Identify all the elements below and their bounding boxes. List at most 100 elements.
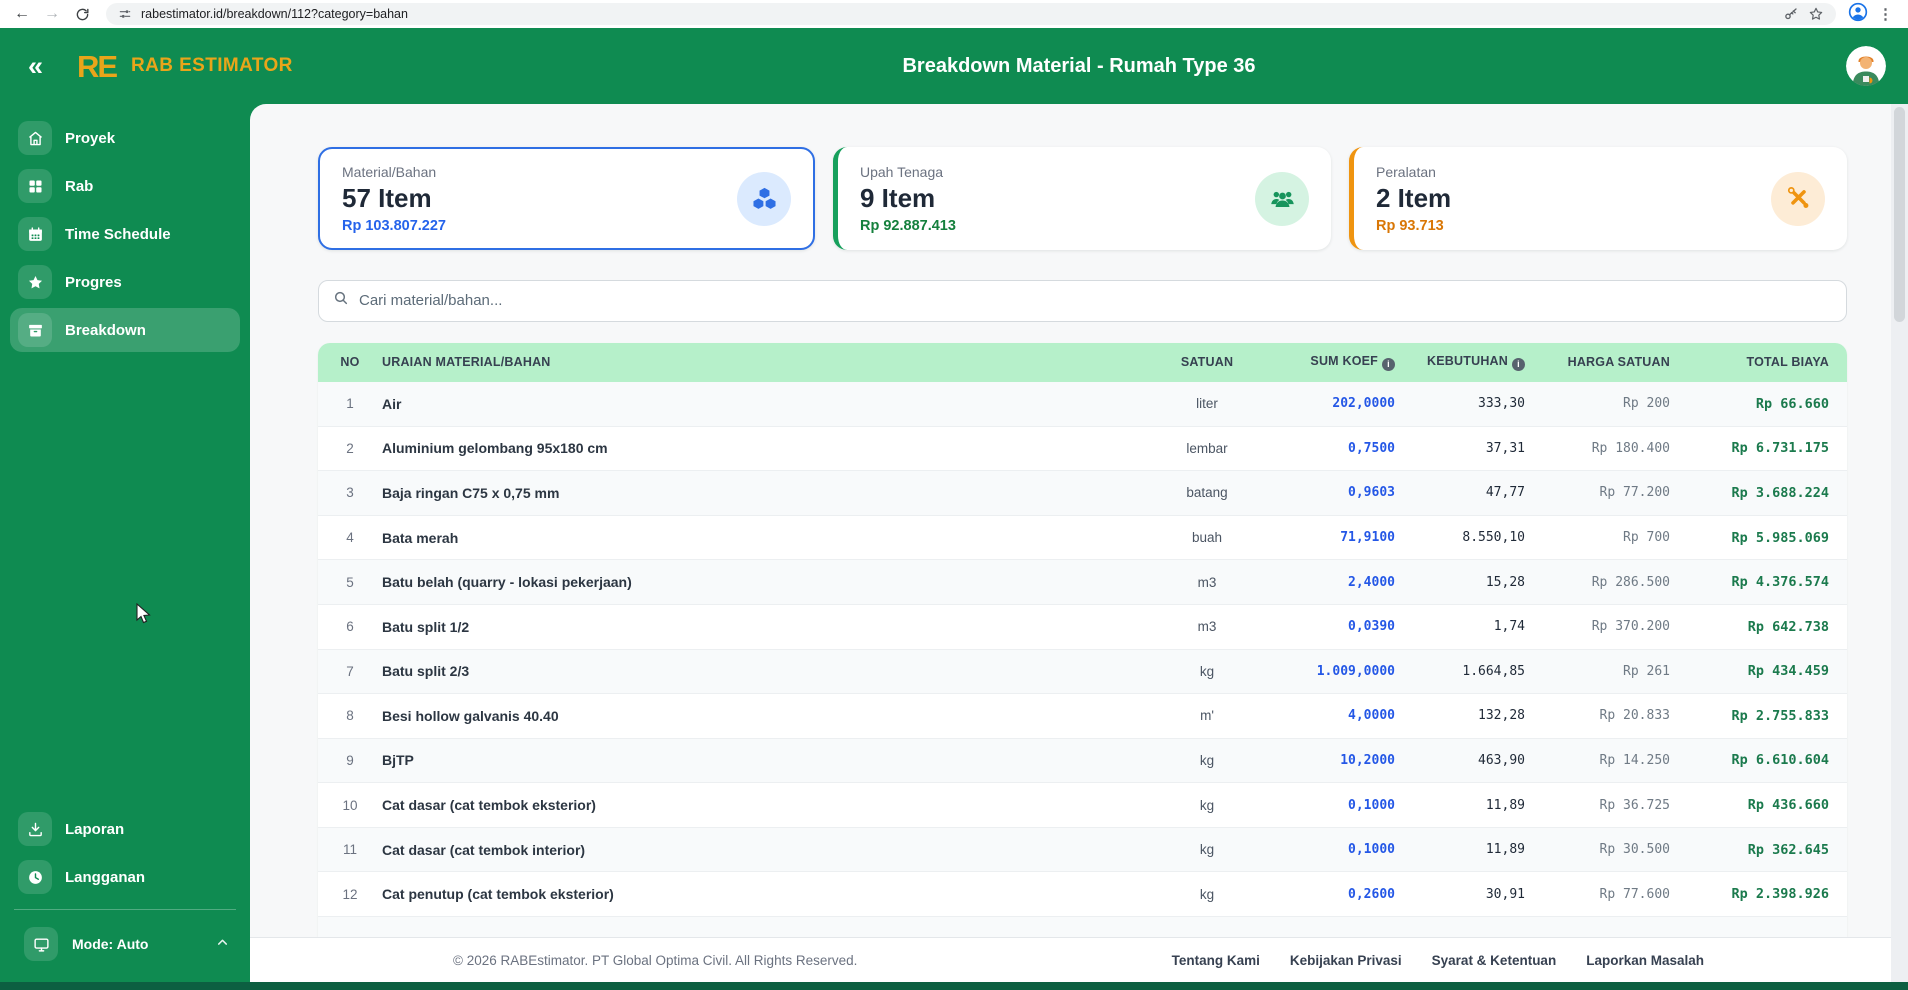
card-upah-tenaga[interactable]: Upah Tenaga 9 Item Rp 92.887.413	[833, 147, 1331, 250]
row-satuan: kg	[1199, 797, 1215, 813]
info-icon[interactable]	[1382, 357, 1395, 371]
sidebar-item-rab[interactable]: Rab	[10, 164, 240, 208]
chevron-up-icon	[215, 935, 230, 953]
search-input[interactable]	[359, 292, 1832, 310]
sidebar-item-label: Time Schedule	[65, 225, 171, 243]
row-uraian: Aluminium gelombang 95x180 cm	[382, 440, 608, 457]
card-label: Upah Tenaga	[860, 163, 944, 180]
card-count: 2 Item	[1376, 182, 1452, 213]
row-uraian: Cat dasar (cat tembok eksterior)	[382, 797, 596, 814]
browser-forward-button[interactable]: →	[40, 2, 64, 26]
row-sum-koef: 10,2000	[1340, 752, 1395, 768]
table-row[interactable]: 4 Bata merah buah 71,9100 8.550,10 Rp 70…	[318, 516, 1847, 561]
table-header-row: NO URAIAN MATERIAL/BAHAN SATUAN SUM KOEF…	[318, 342, 1847, 382]
row-satuan: liter	[1196, 396, 1218, 412]
table-row[interactable]: 9 BjTP kg 10,2000 463,90 Rp 14.250 Rp 6.…	[318, 738, 1847, 784]
search-bar[interactable]	[318, 280, 1847, 322]
row-satuan: m3	[1197, 619, 1217, 635]
site-settings-icon[interactable]	[118, 7, 132, 21]
table-row[interactable]: 5 Batu belah (quarry - lokasi pekerjaan)…	[318, 560, 1847, 605]
sidebar-item-label: Laporan	[65, 820, 125, 838]
row-sum-koef: 0,2600	[1348, 886, 1395, 902]
scrollbar-thumb[interactable]	[1894, 107, 1905, 322]
sidebar-item-breakdown[interactable]: Breakdown	[10, 308, 240, 352]
row-uraian: Cat dasar (cat tembok interior)	[382, 841, 586, 858]
footer-link[interactable]: Tentang Kami	[1172, 953, 1260, 968]
row-harga-satuan: Rp 180.400	[1591, 440, 1670, 456]
table-row[interactable]: 12 Cat penutup (cat tembok eksterior) kg…	[318, 872, 1847, 918]
table-row[interactable]: 1 Air liter 202,0000 333,30 Rp 200 Rp 66…	[318, 381, 1847, 427]
row-sum-koef: 0,1000	[1348, 797, 1395, 813]
row-sum-koef: 202,0000	[1332, 396, 1395, 412]
browser-reload-button[interactable]	[70, 2, 94, 26]
row-number: 2	[346, 440, 354, 456]
home-icon	[18, 121, 52, 155]
password-key-icon[interactable]	[1783, 6, 1799, 22]
table-row[interactable]: 10 Cat dasar (cat tembok eksterior) kg 0…	[318, 783, 1847, 828]
footer-link[interactable]: Syarat & Ketentuan	[1432, 953, 1557, 968]
row-total-biaya: Rp 6.610.604	[1731, 752, 1829, 769]
scrollbar[interactable]	[1891, 104, 1908, 990]
row-uraian: Baja ringan C75 x 0,75 mm	[382, 484, 560, 501]
sidebar-item-langganan[interactable]: Langganan	[10, 855, 240, 899]
row-sum-koef: 1.009,0000	[1316, 663, 1395, 679]
card-peralatan[interactable]: Peralatan 2 Item Rp 93.713	[1349, 147, 1847, 250]
row-satuan: m3	[1197, 574, 1217, 590]
row-satuan: kg	[1199, 752, 1215, 768]
column-header-total-biaya[interactable]: TOTAL BIAYA	[1682, 355, 1847, 369]
row-harga-satuan: Rp 30.500	[1599, 842, 1670, 858]
bookmark-star-icon[interactable]	[1808, 6, 1824, 22]
clock-icon	[18, 860, 52, 894]
sidebar-item-progres[interactable]: Progres	[10, 260, 240, 304]
browser-profile-icon[interactable]	[1848, 2, 1868, 27]
url-text[interactable]: rabestimator.id/breakdown/112?category=b…	[141, 7, 1774, 21]
row-satuan: kg	[1199, 663, 1215, 679]
footer-link[interactable]: Kebijakan Privasi	[1290, 953, 1402, 968]
row-number: 8	[346, 708, 354, 724]
row-harga-satuan: Rp 700	[1623, 530, 1670, 546]
column-header-satuan[interactable]: SATUAN	[1142, 355, 1272, 369]
table-row[interactable]: 7 Batu split 2/3 kg 1.009,0000 1.664,85 …	[318, 649, 1847, 695]
row-number: 12	[342, 886, 358, 902]
column-header-no[interactable]: NO	[318, 355, 382, 369]
table-body: 1 Air liter 202,0000 333,30 Rp 200 Rp 66…	[318, 381, 1847, 918]
browser-toolbar: ← → rabestimator.id/breakdown/112?catego…	[0, 0, 1908, 28]
column-header-sum-koef[interactable]: SUM KOEF	[1272, 354, 1407, 371]
row-harga-satuan: Rp 261	[1623, 663, 1670, 679]
browser-back-button[interactable]: ←	[10, 2, 34, 26]
sidebar-item-time-schedule[interactable]: Time Schedule	[10, 212, 240, 256]
table-row[interactable]: 2 Aluminium gelombang 95x180 cm lembar 0…	[318, 427, 1847, 472]
mode-label: Mode: Auto	[72, 936, 149, 952]
row-total-biaya: Rp 5.985.069	[1731, 529, 1829, 546]
copyright-text: © 2026 RABEstimator. PT Global Optima Ci…	[453, 952, 858, 968]
address-bar[interactable]: rabestimator.id/breakdown/112?category=b…	[106, 3, 1836, 25]
table-row[interactable]: 11 Cat dasar (cat tembok interior) kg 0,…	[318, 827, 1847, 873]
row-sum-koef: 0,1000	[1348, 842, 1395, 858]
row-total-biaya: Rp 2.398.926	[1731, 886, 1829, 903]
row-kebutuhan: 8.550,10	[1462, 530, 1525, 546]
sidebar-item-label: Breakdown	[65, 321, 146, 339]
row-uraian: Bata merah	[382, 529, 459, 546]
sidebar-item-laporan[interactable]: Laporan	[10, 807, 240, 851]
table-row[interactable]: 6 Batu split 1/2 m3 0,0390 1,74 Rp 370.2…	[318, 605, 1847, 650]
sidebar-item-proyek[interactable]: Proyek	[10, 116, 240, 160]
table-row[interactable]: 3 Baja ringan C75 x 0,75 mm batang 0,960…	[318, 471, 1847, 516]
column-header-harga-satuan[interactable]: HARGA SATUAN	[1537, 355, 1682, 369]
footer-link[interactable]: Laporkan Masalah	[1586, 953, 1704, 968]
user-avatar[interactable]	[1846, 46, 1886, 86]
table-row[interactable]: 8 Besi hollow galvanis 40.40 m' 4,0000 1…	[318, 694, 1847, 739]
browser-menu-icon[interactable]: ⋮	[1878, 5, 1894, 23]
row-total-biaya: Rp 434.459	[1747, 663, 1829, 680]
display-mode-toggle[interactable]: Mode: Auto	[10, 922, 240, 966]
column-header-kebutuhan[interactable]: KEBUTUHAN	[1407, 354, 1537, 371]
card-amount: Rp 92.887.413	[860, 217, 956, 234]
card-material-bahan[interactable]: Material/Bahan 57 Item Rp 103.807.227	[318, 147, 815, 250]
row-number: 4	[346, 530, 354, 546]
row-total-biaya: Rp 642.738	[1747, 618, 1829, 635]
row-kebutuhan: 37,31	[1485, 440, 1525, 456]
info-icon[interactable]	[1512, 357, 1525, 371]
row-kebutuhan: 1.664,85	[1462, 663, 1525, 679]
card-amount: Rp 93.713	[1376, 217, 1444, 234]
sidebar-collapse-button[interactable]: «	[28, 52, 43, 80]
column-header-uraian[interactable]: URAIAN MATERIAL/BAHAN	[382, 355, 1142, 369]
